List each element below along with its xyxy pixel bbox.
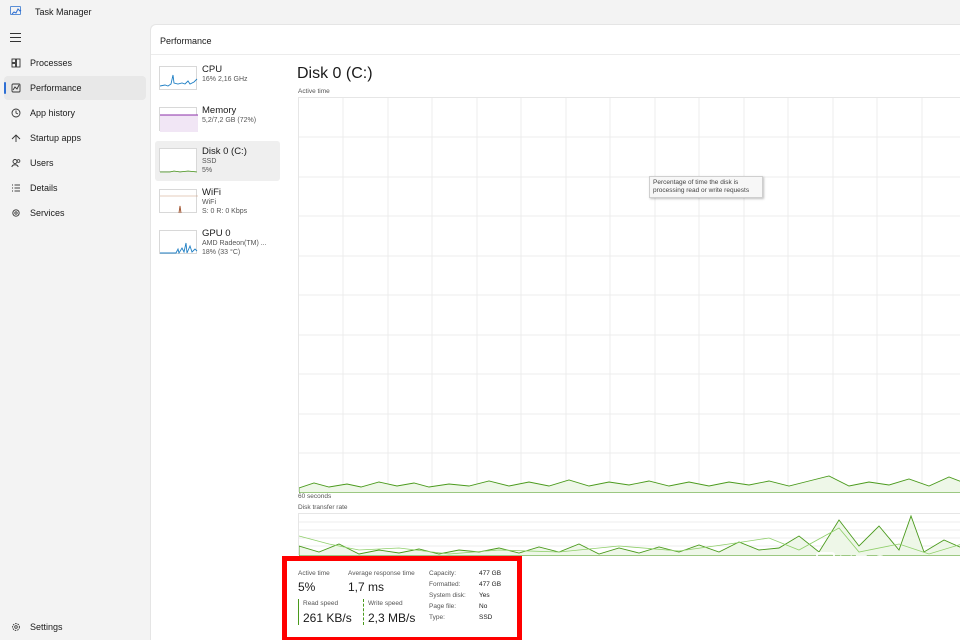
nav-label: Startup apps (30, 133, 82, 143)
nav-item-details[interactable]: Details (4, 176, 146, 200)
device-stat: S: 0 R: 0 Kbps (202, 208, 248, 215)
time-span-label: 60 seconds (298, 493, 332, 500)
formatted-key: Formatted: (429, 581, 461, 588)
gpu-thumbnail (159, 230, 198, 255)
device-stat: 18% (33 °C) (202, 249, 241, 256)
device-memory[interactable]: Memory 5,2/7,2 GB (72%) (155, 100, 280, 140)
memory-thumbnail (159, 107, 198, 132)
startup-apps-icon (11, 134, 21, 142)
read-speed-value: 261 KB/s (303, 611, 352, 625)
transfer-rate-graph-label: Disk transfer rate (298, 504, 348, 511)
settings-label: Settings (30, 622, 63, 632)
processes-icon (11, 58, 21, 68)
services-icon (12, 209, 20, 217)
active-time-graph (298, 97, 960, 493)
disk-thumbnail (159, 148, 198, 173)
graph-grid (299, 98, 960, 493)
nav-item-settings[interactable]: Settings (4, 615, 146, 639)
device-name: Disk 0 (C:) (202, 146, 247, 157)
device-list: CPU 16% 2,16 GHz Memory 5,2/7,2 GB (72%)… (155, 59, 280, 264)
device-stat: 5% (202, 167, 213, 174)
read-speed-label: Read speed (303, 600, 339, 607)
write-speed-label: Write speed (368, 600, 403, 607)
read-speed-indicator (298, 599, 299, 625)
device-type: WiFi (202, 199, 216, 206)
active-time-tooltip: Percentage of time the disk is processin… (649, 176, 763, 198)
page-file-value: No (479, 603, 488, 610)
nav-item-performance[interactable]: Performance (4, 76, 146, 100)
device-name: Memory (202, 105, 237, 116)
capacity-key: Capacity: (429, 570, 457, 577)
nav-item-users[interactable]: Users (4, 151, 146, 175)
disk-title: Disk 0 (C:) (297, 65, 373, 82)
transfer-rate-graph (298, 513, 960, 556)
tooltip-line: processing read or write requests (653, 187, 750, 194)
nav-item-processes[interactable]: Processes (4, 51, 146, 75)
response-time-label: Average response time (348, 570, 415, 577)
device-disk[interactable]: Disk 0 (C:) SSD 5% (155, 141, 280, 181)
active-time-value: 5% (298, 580, 316, 594)
page-file-key: Page file: (429, 603, 457, 610)
device-model: AMD Radeon(TM) ... (202, 240, 267, 247)
page-header: Performance (151, 25, 960, 55)
cpu-thumbnail (159, 66, 198, 90)
users-icon (11, 159, 21, 168)
task-manager-icon (10, 6, 22, 15)
nav-item-app-history[interactable]: App history (4, 101, 146, 125)
disk-stats-panel: Active time 5% Average response time 1,7… (282, 556, 522, 640)
title-bar: Task Manager (0, 0, 960, 24)
nav-label: Users (30, 158, 54, 168)
xda-logo-icon (814, 550, 904, 576)
response-time-value: 1,7 ms (348, 580, 385, 594)
active-time-graph-label: Active time (298, 88, 330, 95)
page-title: Performance (160, 36, 212, 46)
type-key: Type: (429, 614, 445, 621)
nav-label: Services (30, 208, 65, 218)
capacity-value: 477 GB (479, 570, 502, 577)
details-icon (12, 184, 20, 192)
device-wifi[interactable]: WiFi WiFi S: 0 R: 0 Kbps (155, 182, 280, 222)
nav-label: Processes (30, 58, 73, 68)
sidebar-nav: Processes Performance App history Startu… (0, 51, 150, 226)
system-disk-key: System disk: (429, 592, 466, 599)
gear-icon (12, 623, 20, 631)
device-cpu[interactable]: CPU 16% 2,16 GHz (155, 59, 280, 99)
device-stat: 5,2/7,2 GB (72%) (202, 117, 257, 124)
active-time-label: Active time (298, 570, 330, 577)
nav-item-services[interactable]: Services (4, 201, 146, 225)
active-time-area (299, 475, 960, 493)
write-speed-value: 2,3 MB/s (368, 611, 416, 625)
nav-label: Performance (30, 83, 82, 93)
system-disk-value: Yes (479, 592, 490, 599)
app-history-icon (11, 108, 21, 118)
main-panel: Performance CPU 16% 2,16 GHz Memory 5,2/… (150, 24, 960, 640)
write-speed-indicator (363, 599, 364, 625)
device-type: SSD (202, 158, 217, 165)
device-gpu[interactable]: GPU 0 AMD Radeon(TM) ... 18% (33 °C) (155, 223, 280, 263)
device-stat: 16% 2,16 GHz (202, 76, 248, 83)
tooltip-line: Percentage of time the disk is (653, 179, 739, 186)
nav-label: Details (30, 183, 58, 193)
type-value: SSD (479, 614, 493, 621)
nav-item-startup-apps[interactable]: Startup apps (4, 126, 146, 150)
device-name: CPU (202, 64, 223, 75)
performance-icon (11, 83, 21, 93)
device-name: WiFi (202, 187, 221, 198)
wifi-thumbnail (159, 189, 198, 214)
formatted-value: 477 GB (479, 581, 502, 588)
device-name: GPU 0 (202, 228, 231, 239)
window-title: Task Manager (35, 7, 92, 17)
nav-label: App history (30, 108, 76, 118)
hamburger-menu-icon[interactable] (10, 33, 21, 42)
